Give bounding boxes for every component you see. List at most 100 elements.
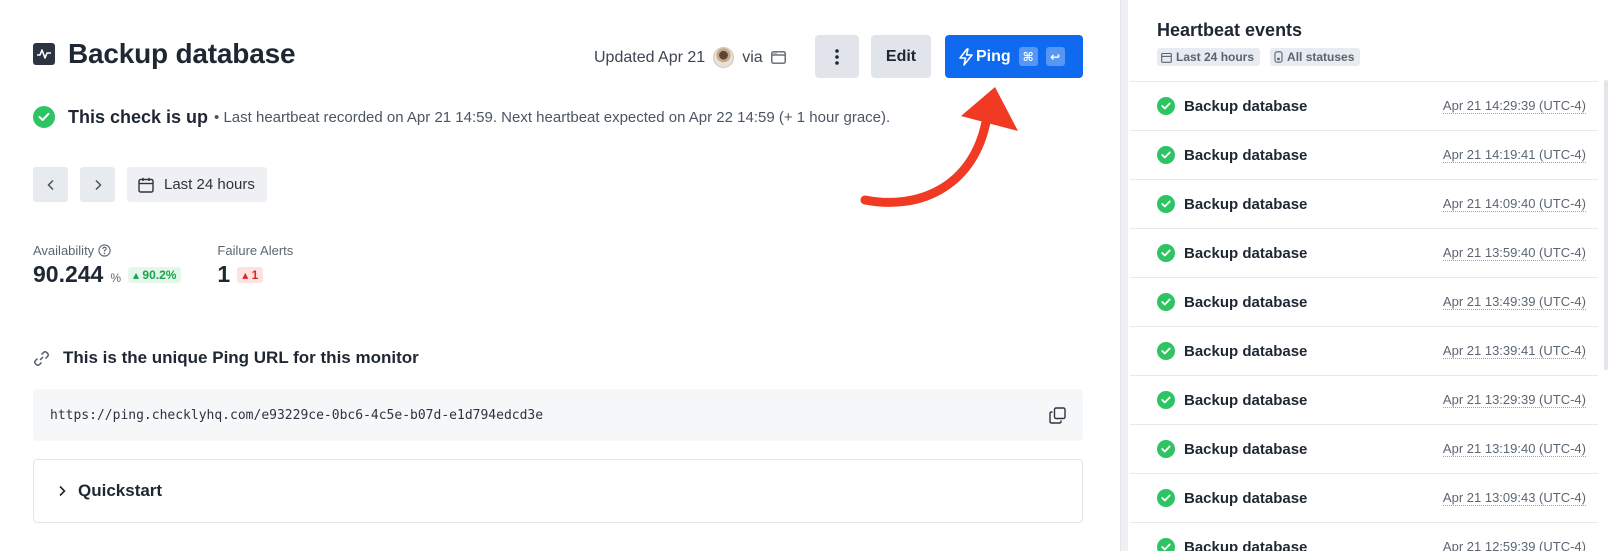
- check-circle-icon: [1157, 391, 1175, 409]
- ping-url-box: https://ping.checklyhq.com/e93229ce-0bc6…: [33, 389, 1083, 441]
- event-name: Backup database: [1184, 293, 1308, 311]
- more-options-button[interactable]: [815, 35, 859, 78]
- event-name: Backup database: [1184, 342, 1308, 360]
- calendar-icon: [138, 177, 154, 193]
- heartbeat-event-row[interactable]: Backup database Apr 21 13:19:40 (UTC-4): [1130, 425, 1598, 474]
- heartbeat-event-row[interactable]: Backup database Apr 21 13:29:39 (UTC-4): [1130, 376, 1598, 425]
- heartbeat-events-list: Backup database Apr 21 14:29:39 (UTC-4) Ba…: [1130, 81, 1598, 551]
- date-range-picker[interactable]: Last 24 hours: [127, 167, 267, 202]
- event-timestamp: Apr 21 13:09:43 (UTC-4): [1442, 490, 1586, 506]
- date-range-label: Last 24 hours: [164, 176, 255, 193]
- event-name: Backup database: [1184, 489, 1308, 507]
- check-circle-icon: [1157, 489, 1175, 507]
- page-header: Backup database Updated Apr 21 via Edit …: [33, 34, 1083, 78]
- range-filter-chip[interactable]: Last 24 hours: [1157, 48, 1261, 66]
- availability-label: Availability: [33, 243, 95, 258]
- previous-range-button[interactable]: [33, 167, 68, 202]
- enter-key-hint: ↩: [1045, 47, 1065, 66]
- ping-url-heading-text: This is the unique Ping URL for this mon…: [63, 348, 419, 367]
- event-name: Backup database: [1184, 244, 1308, 262]
- check-circle-icon: [1157, 244, 1175, 262]
- calendar-icon: [1161, 52, 1172, 63]
- heartbeat-events-title: Heartbeat events: [1157, 20, 1303, 40]
- check-detail-panel: Backup database Updated Apr 21 via Edit …: [0, 0, 1120, 551]
- check-circle-icon: [1157, 97, 1175, 115]
- heartbeat-event-row[interactable]: Backup database Apr 21 13:59:40 (UTC-4): [1130, 229, 1598, 278]
- updated-info: Updated Apr 21 via: [594, 47, 786, 68]
- quickstart-label: Quickstart: [78, 481, 163, 500]
- failure-alerts-value: 1: [217, 261, 231, 287]
- check-circle-icon: [1157, 440, 1175, 458]
- status-filter-chip[interactable]: All statuses: [1270, 48, 1361, 66]
- time-range-controls: Last 24 hours: [33, 167, 267, 202]
- check-circle-icon: [33, 106, 55, 128]
- heartbeat-event-row[interactable]: Backup database Apr 21 12:59:39 (UTC-4): [1130, 523, 1598, 551]
- panel-divider[interactable]: [1120, 0, 1128, 551]
- event-timestamp: Apr 21 13:39:41 (UTC-4): [1442, 343, 1586, 359]
- heartbeat-icon: [33, 43, 55, 65]
- events-scrollbar[interactable]: [1604, 80, 1608, 370]
- copy-url-button[interactable]: [1049, 406, 1066, 424]
- failure-alerts-metric: Failure Alerts 1 ▴ 1: [217, 243, 293, 288]
- updated-label: Updated Apr 21: [594, 48, 706, 66]
- status-filter-label: All statuses: [1287, 50, 1355, 64]
- event-timestamp: Apr 21 13:59:40 (UTC-4): [1442, 245, 1586, 261]
- failure-alerts-delta: 1: [251, 268, 259, 282]
- availability-metric: Availability 90.244 % ▴ 90.2%: [33, 243, 182, 288]
- event-timestamp: Apr 21 14:29:39 (UTC-4): [1442, 98, 1586, 114]
- heartbeat-event-row[interactable]: Backup database Apr 21 13:49:39 (UTC-4): [1130, 278, 1598, 327]
- check-circle-icon: [1157, 293, 1175, 311]
- via-label: via: [742, 48, 763, 66]
- failure-alerts-label: Failure Alerts: [217, 243, 294, 258]
- availability-label-row: Availability: [33, 243, 181, 258]
- check-circle-icon: [1157, 146, 1175, 164]
- range-filter-label: Last 24 hours: [1176, 50, 1255, 64]
- status-icon: [1274, 51, 1283, 63]
- availability-delta-badge: ▴ 90.2%: [128, 267, 182, 283]
- status-detail: • Last heartbeat recorded on Apr 21 14:5…: [214, 108, 891, 126]
- help-icon[interactable]: [98, 244, 111, 257]
- heartbeat-event-row[interactable]: Backup database Apr 21 14:19:41 (UTC-4): [1130, 131, 1598, 180]
- event-name: Backup database: [1184, 391, 1308, 409]
- heartbeat-event-row[interactable]: Backup database Apr 21 14:29:39 (UTC-4): [1130, 82, 1598, 131]
- ping-label: Ping: [976, 47, 1011, 65]
- status-title: This check is up: [68, 106, 209, 127]
- lightning-icon: [959, 47, 973, 66]
- ping-url[interactable]: https://ping.checklyhq.com/e93229ce-0bc6…: [50, 408, 543, 423]
- chevron-left-icon: [46, 179, 54, 190]
- annotation-arrow: [860, 87, 1018, 207]
- availability-delta: 90.2%: [142, 268, 177, 282]
- heartbeat-event-row[interactable]: Backup database Apr 21 13:09:43 (UTC-4): [1130, 474, 1598, 523]
- event-name: Backup database: [1184, 440, 1308, 458]
- vertical-dots-icon: [835, 48, 839, 65]
- cmd-key-hint: ⌘: [1018, 47, 1038, 66]
- check-status: This check is up • Last heartbeat record…: [33, 106, 890, 128]
- chevron-right-icon: [59, 485, 66, 497]
- event-timestamp: Apr 21 14:09:40 (UTC-4): [1442, 196, 1586, 212]
- quickstart-accordion[interactable]: Quickstart: [33, 459, 1083, 523]
- check-circle-icon: [1157, 538, 1175, 551]
- edit-button[interactable]: Edit: [871, 35, 931, 78]
- event-name: Backup database: [1184, 146, 1308, 164]
- failure-alerts-delta-badge: ▴ 1: [237, 267, 264, 283]
- heartbeat-event-row[interactable]: Backup database Apr 21 14:09:40 (UTC-4): [1130, 180, 1598, 229]
- browser-window-icon: [770, 51, 786, 64]
- metrics-row: Availability 90.244 % ▴ 90.2% Failure Al…: [33, 243, 293, 288]
- next-range-button[interactable]: [80, 167, 115, 202]
- event-name: Backup database: [1184, 97, 1308, 115]
- link-icon: [34, 350, 49, 366]
- event-timestamp: Apr 21 13:49:39 (UTC-4): [1442, 294, 1586, 310]
- event-timestamp: Apr 21 12:59:39 (UTC-4): [1443, 539, 1586, 551]
- ping-url-heading: This is the unique Ping URL for this mon…: [33, 348, 419, 368]
- copy-icon: [1049, 406, 1066, 424]
- event-timestamp: Apr 21 14:19:41 (UTC-4): [1442, 147, 1586, 163]
- availability-value: 90.244: [33, 261, 104, 287]
- ping-button[interactable]: Ping ⌘ ↩: [945, 35, 1083, 78]
- availability-value-row: 90.244 % ▴ 90.2%: [33, 261, 182, 288]
- chevron-right-icon: [94, 179, 102, 190]
- avatar[interactable]: [713, 47, 735, 68]
- event-name: Backup database: [1184, 538, 1308, 551]
- check-circle-icon: [1157, 342, 1175, 360]
- check-circle-icon: [1157, 195, 1175, 213]
- heartbeat-event-row[interactable]: Backup database Apr 21 13:39:41 (UTC-4): [1130, 327, 1598, 376]
